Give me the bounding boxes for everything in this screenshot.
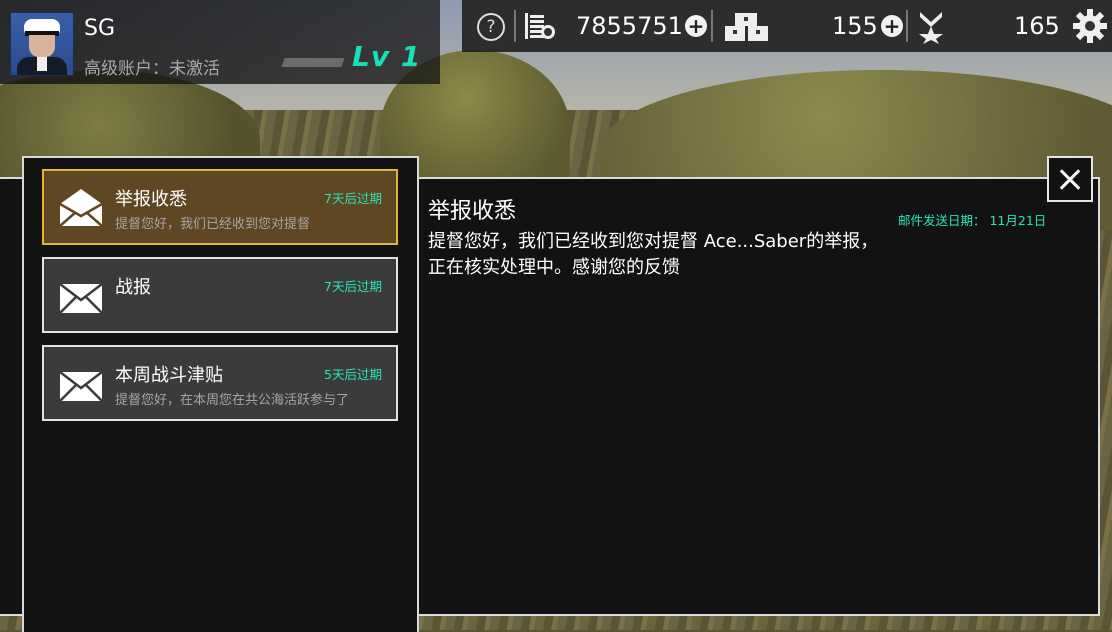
divider: [906, 10, 908, 42]
envelope-icon: [59, 371, 103, 402]
mail-expiry: 5天后过期: [324, 367, 382, 382]
mail-expiry: 7天后过期: [324, 191, 382, 206]
mail-subject: 本周战斗津贴: [115, 365, 223, 386]
crates-value: 155: [832, 12, 878, 40]
help-icon[interactable]: ?: [477, 13, 505, 41]
close-icon[interactable]: [1047, 156, 1093, 202]
xp-bar: [281, 58, 345, 67]
gear-icon[interactable]: [1072, 8, 1108, 44]
mail-subject: 举报收悉: [115, 189, 187, 210]
player-name: SG: [84, 16, 116, 41]
mail-preview: 提督您好，在本周您在共公海活跃参与了: [115, 393, 350, 408]
mail-subject: 战报: [115, 277, 151, 298]
mail-item[interactable]: 举报收悉 提督您好，我们已经收到您对提督 7天后过期: [42, 169, 398, 245]
crates-icon: [725, 13, 768, 41]
add-coins-button[interactable]: +: [685, 15, 707, 37]
coins-value: 7855751: [576, 12, 683, 40]
divider: [711, 10, 713, 42]
mail-expiry: 7天后过期: [324, 279, 382, 294]
envelope-icon: [59, 283, 103, 314]
envelope-open-icon: [59, 189, 103, 227]
medal-icon: [919, 12, 943, 44]
mail-preview: 提督您好，我们已经收到您对提督: [115, 217, 311, 232]
account-status: 高级账户：未激活: [84, 59, 220, 79]
coins-icon: [525, 13, 555, 39]
mail-item[interactable]: 本周战斗津贴 提督您好，在本周您在共公海活跃参与了 5天后过期: [42, 345, 398, 421]
add-crates-button[interactable]: +: [881, 15, 903, 37]
mail-detail-title: 举报收悉: [428, 199, 517, 224]
mail-item[interactable]: 战报 7天后过期: [42, 257, 398, 333]
divider: [514, 10, 516, 42]
mail-send-date: 邮件发送日期： 11月21日: [898, 213, 1047, 228]
mail-detail-body: 提督您好，我们已经收到您对提督 Ace...Saber的举报，正在核实处理中。感…: [428, 231, 879, 278]
avatar[interactable]: [10, 12, 74, 76]
player-level: Lv 1: [352, 40, 422, 73]
medals-value: 165: [1014, 12, 1060, 40]
